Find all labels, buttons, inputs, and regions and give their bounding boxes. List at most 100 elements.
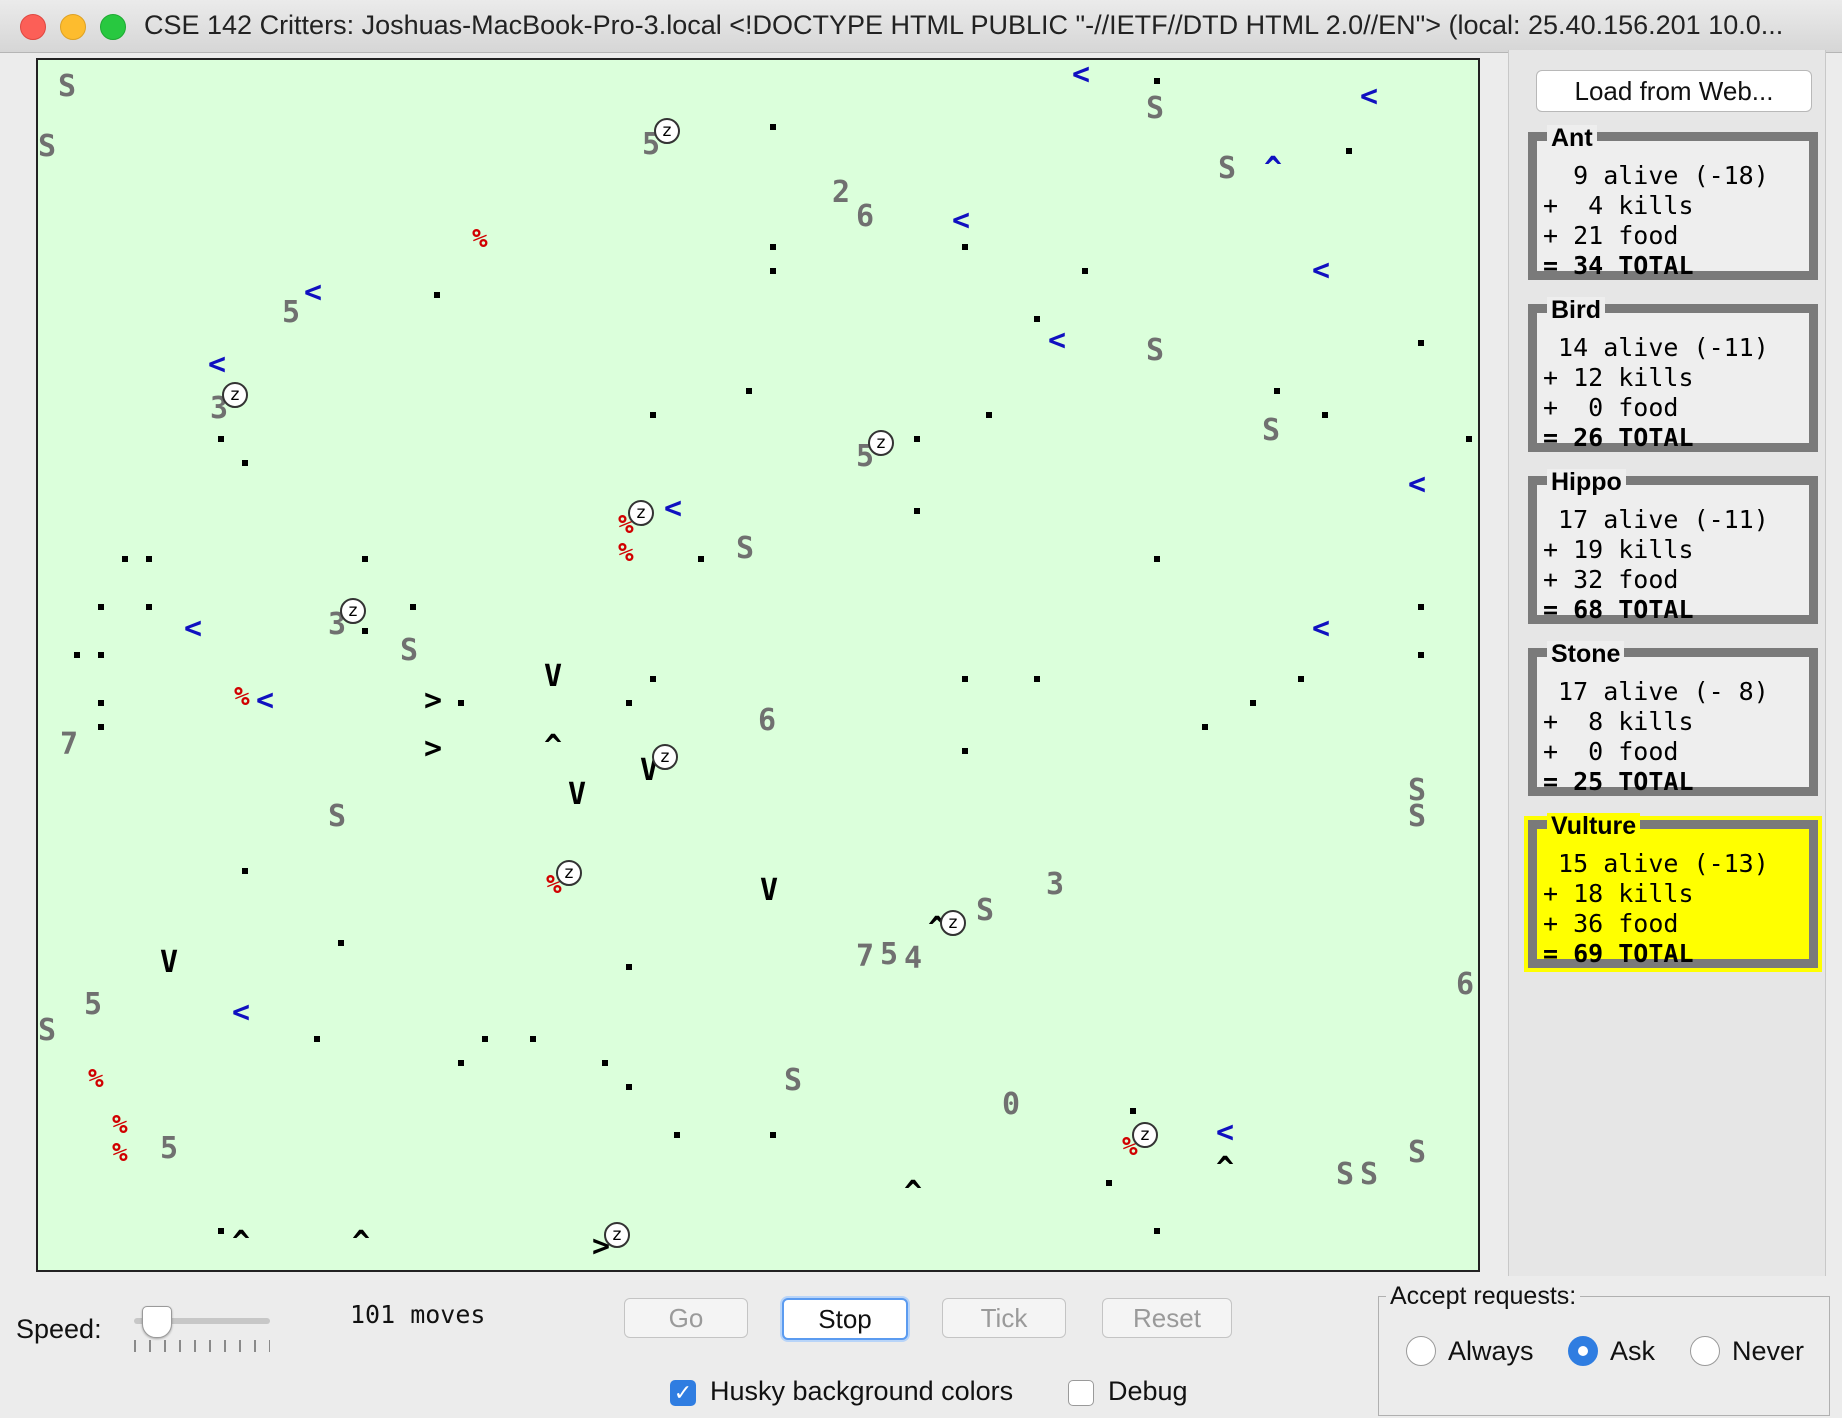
sleeping-indicator: z [604,1222,630,1248]
food-pellet [770,244,776,250]
food-pellet [962,676,968,682]
accept-always-radio[interactable] [1406,1336,1436,1366]
load-from-web-button[interactable]: Load from Web... [1536,70,1812,112]
food-count: + 21 food [1543,221,1679,250]
hippo-critter: 4 [904,941,923,976]
bird-critter: < [1312,253,1331,288]
hippo-critter: 2 [832,175,851,210]
bird-critter: < [232,995,251,1030]
speed-slider-knob[interactable] [142,1306,172,1338]
stone-critter: S [58,69,77,104]
food-pellet [242,460,248,466]
food-pellet [698,556,704,562]
total-score: = 34 TOTAL [1543,251,1694,280]
stone-critter: S [400,633,419,668]
hippo-critter: 7 [856,939,875,974]
hippo-critter: 5 [160,1131,179,1166]
kill-count: + 12 kills [1543,363,1694,392]
food-pellet [98,604,104,610]
food-pellet [1154,1228,1160,1234]
tick-button[interactable]: Tick [942,1298,1066,1338]
bird-critter: < [304,275,323,310]
ant-critter: % [618,538,634,568]
food-pellet [1322,412,1328,418]
food-pellet [458,700,464,706]
accept-requests-title: Accept requests: [1386,1282,1581,1311]
go-button[interactable]: Go [624,1298,748,1338]
food-pellet [338,940,344,946]
food-pellet [98,700,104,706]
food-count: + 32 food [1543,565,1679,594]
food-pellet [410,604,416,610]
stone-critter: S [976,893,995,928]
food-pellet [626,700,632,706]
bird-critter: < [1360,79,1379,114]
sleeping-indicator: z [868,430,894,456]
stone-critter: S [736,531,755,566]
sleeping-indicator: z [222,382,248,408]
species-name: Bird [1547,297,1605,323]
species-name: Stone [1547,641,1625,667]
total-score: = 25 TOTAL [1543,767,1694,796]
close-window-button[interactable] [20,14,46,40]
food-pellet [650,676,656,682]
speed-label: Speed: [16,1314,102,1344]
food-pellet [602,1060,608,1066]
vulture-critter: ^ [1216,1151,1235,1186]
bird-critter: < [1312,611,1331,646]
alive-count: 14 alive (-11) [1543,333,1769,362]
hippo-critter: 6 [856,199,875,234]
stop-button[interactable]: Stop [782,1298,908,1340]
vulture-critter: ^ [544,729,563,764]
sleeping-indicator: z [940,910,966,936]
food-pellet [122,556,128,562]
maximize-window-button[interactable] [100,14,126,40]
husky-colors-checkbox[interactable]: ✓ [670,1380,696,1406]
accept-never-label: Never [1732,1336,1805,1366]
bird-critter: < [952,203,971,238]
vulture-critter: V [760,873,779,908]
alive-count: 17 alive (- 8) [1543,677,1769,706]
food-pellet [314,1036,320,1042]
speed-slider-ticks [134,1340,270,1352]
food-pellet [458,1060,464,1066]
food-pellet [626,964,632,970]
ant-critter: % [88,1064,104,1094]
species-name: Ant [1547,125,1597,151]
ant-critter: % [112,1110,128,1140]
debug-label: Debug [1108,1376,1188,1406]
vulture-critter: > [424,683,443,718]
reset-button[interactable]: Reset [1102,1298,1232,1338]
bird-critter: < [1216,1115,1235,1150]
debug-checkbox[interactable] [1068,1380,1094,1406]
minimize-window-button[interactable] [60,14,86,40]
stone-critter: S [38,129,57,164]
accept-ask-radio[interactable] [1568,1336,1598,1366]
food-pellet [962,748,968,754]
alive-count: 9 alive (-18) [1543,161,1769,190]
food-pellet [218,436,224,442]
species-panel-ant: Ant 9 alive (-18) + 4 kills + 21 food = … [1528,125,1818,280]
species-panel-bird: Bird 14 alive (-11) + 12 kills + 0 food … [1528,297,1818,452]
kill-count: + 18 kills [1543,879,1694,908]
hippo-critter: 3 [1046,867,1065,902]
stone-critter: S [1146,333,1165,368]
accept-never-radio[interactable] [1690,1336,1720,1366]
food-pellet [914,508,920,514]
total-score: = 69 TOTAL [1543,939,1694,968]
stone-critter: S [784,1063,803,1098]
ant-critter: % [472,224,488,254]
species-name: Vulture [1547,813,1641,839]
food-count: + 0 food [1543,393,1679,422]
kill-count: + 4 kills [1543,191,1694,220]
food-pellet [74,652,80,658]
stone-critter: S [328,799,347,834]
food-pellet [1466,436,1472,442]
hippo-critter: 5 [84,987,103,1022]
species-panel-hippo: Hippo 17 alive (-11) + 19 kills + 32 foo… [1528,469,1818,624]
stone-critter: S [1408,1135,1427,1170]
bird-critter: ^ [1264,151,1283,186]
food-pellet [770,268,776,274]
accept-always-label: Always [1448,1336,1534,1366]
sleeping-indicator: z [628,500,654,526]
